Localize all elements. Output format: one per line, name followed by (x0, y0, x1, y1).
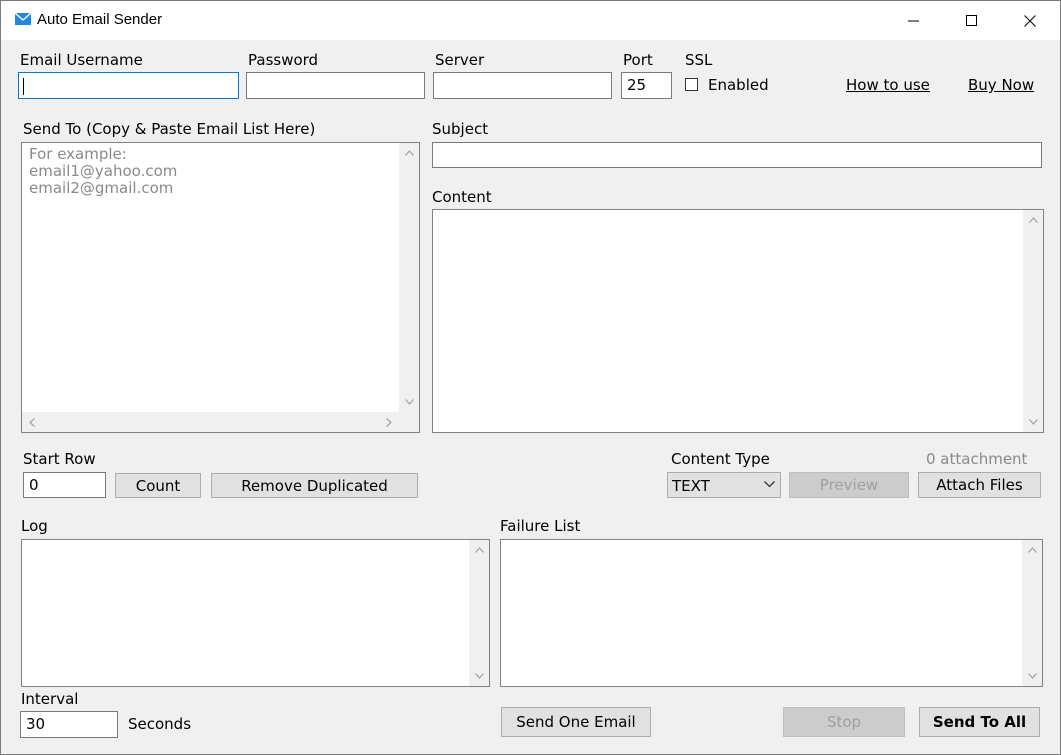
interval-input[interactable]: 30 (20, 711, 118, 738)
send-to-label: Send To (Copy & Paste Email List Here) (23, 120, 316, 138)
failure-vertical-scrollbar[interactable] (1022, 540, 1042, 686)
envelope-icon (14, 12, 32, 25)
subject-input[interactable] (432, 142, 1042, 168)
server-input[interactable] (433, 72, 612, 99)
window-title: Auto Email Sender (37, 11, 163, 28)
scroll-up-icon[interactable] (399, 143, 419, 163)
app-window: Auto Email Sender Email Username Passwor… (0, 0, 1061, 755)
recipients-placeholder: For example: email1@yahoo.com email2@gma… (29, 145, 178, 197)
scroll-down-icon[interactable] (399, 392, 419, 412)
failure-list-label: Failure List (500, 517, 581, 535)
scroll-down-icon[interactable] (469, 666, 489, 686)
content-type-select[interactable]: TEXT (667, 472, 781, 498)
ssl-checkbox[interactable] (685, 78, 698, 91)
maximize-button[interactable] (943, 1, 1001, 40)
ssl-label: SSL (685, 51, 713, 69)
scroll-up-icon[interactable] (1023, 210, 1043, 230)
interval-label: Interval (21, 690, 79, 708)
seconds-label: Seconds (128, 715, 192, 733)
scroll-right-icon[interactable] (379, 412, 399, 432)
content-label: Content (432, 188, 492, 206)
password-label: Password (248, 51, 319, 69)
password-input[interactable] (246, 72, 425, 99)
start-row-label: Start Row (23, 450, 96, 468)
attachment-count: 0 attachment (926, 450, 1028, 468)
stop-button[interactable]: Stop (783, 707, 905, 737)
title-bar: Auto Email Sender (1, 1, 1060, 40)
port-label: Port (623, 51, 653, 69)
scroll-up-icon[interactable] (469, 540, 489, 560)
attach-files-button[interactable]: Attach Files (918, 472, 1041, 498)
close-icon (1024, 14, 1036, 27)
scroll-up-icon[interactable] (1022, 540, 1042, 560)
start-row-value: 0 (29, 476, 39, 494)
send-to-all-button[interactable]: Send To All (919, 707, 1040, 737)
content-vertical-scrollbar[interactable] (1023, 210, 1043, 432)
log-textarea[interactable] (21, 539, 490, 687)
content-textarea[interactable] (432, 209, 1044, 433)
scrollbar-corner (399, 412, 419, 432)
ssl-checkbox-label[interactable]: Enabled (708, 76, 769, 94)
server-label: Server (435, 51, 485, 69)
subject-label: Subject (432, 120, 489, 138)
send-one-email-button[interactable]: Send One Email (501, 707, 651, 737)
remove-duplicated-button[interactable]: Remove Duplicated (211, 473, 418, 498)
chevron-down-icon (764, 481, 775, 488)
minimize-button[interactable] (885, 1, 943, 40)
username-label: Email Username (20, 51, 143, 69)
content-type-value: TEXT (672, 477, 710, 495)
count-button[interactable]: Count (115, 473, 201, 498)
port-input[interactable]: 25 (621, 72, 672, 99)
log-vertical-scrollbar[interactable] (469, 540, 489, 686)
failure-list-textarea[interactable] (500, 539, 1043, 687)
scroll-down-icon[interactable] (1023, 412, 1043, 432)
how-to-use-link[interactable]: How to use (846, 76, 930, 94)
interval-value: 30 (26, 715, 46, 733)
recipients-vertical-scrollbar[interactable] (399, 143, 419, 412)
username-input[interactable] (18, 72, 239, 99)
buy-now-link[interactable]: Buy Now (968, 76, 1034, 94)
recipients-horizontal-scrollbar[interactable] (22, 412, 399, 432)
text-caret (23, 78, 24, 95)
content-type-label: Content Type (671, 450, 770, 468)
close-button[interactable] (1001, 1, 1059, 40)
preview-button[interactable]: Preview (789, 472, 909, 498)
start-row-input[interactable]: 0 (23, 472, 106, 498)
port-value: 25 (627, 76, 647, 94)
minimize-icon (908, 20, 919, 21)
scroll-down-icon[interactable] (1022, 666, 1042, 686)
maximize-icon (966, 14, 977, 26)
scroll-left-icon[interactable] (22, 412, 42, 432)
recipients-textarea[interactable]: For example: email1@yahoo.com email2@gma… (21, 142, 420, 433)
log-label: Log (21, 517, 48, 535)
